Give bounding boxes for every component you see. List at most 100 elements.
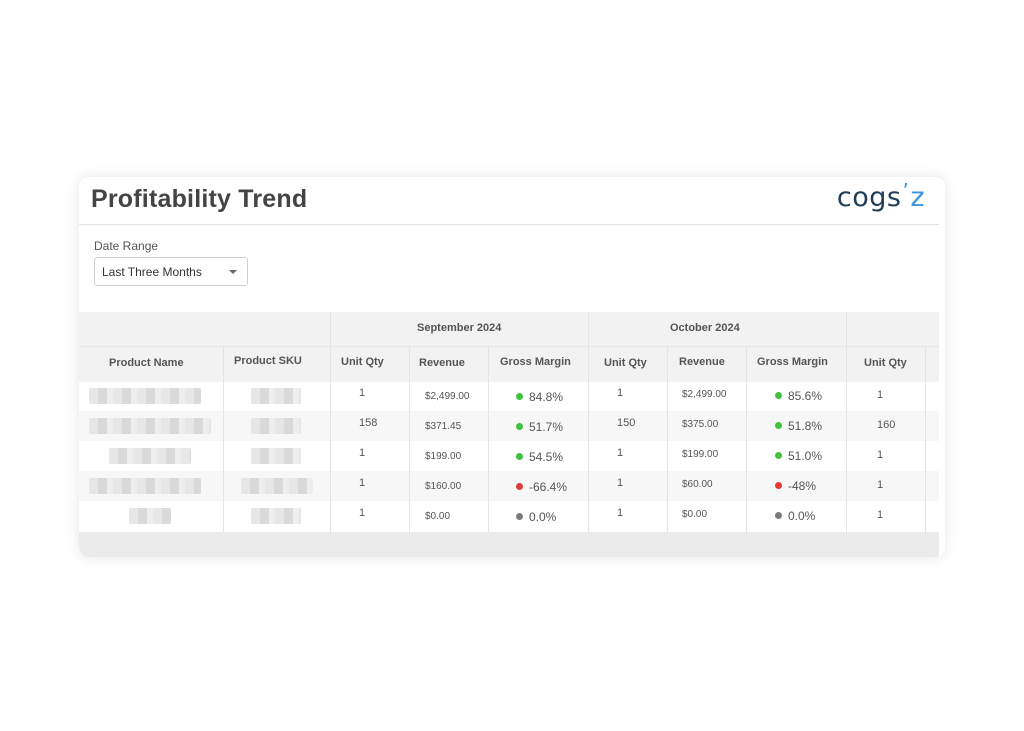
gross-margin-value: -48% [788, 479, 817, 493]
oct-revenue: $0.00 [682, 509, 708, 520]
sep-gross-margin: 0.0% [516, 510, 556, 524]
month-group-header: September 2024 October 2024 [79, 312, 943, 346]
oct-revenue: $375.00 [682, 419, 719, 430]
sep-revenue: $2,499.00 [425, 391, 470, 402]
column-header-row: Product Name Product SKU Unit Qty Revenu… [79, 346, 943, 382]
gross-margin-value: 51.0% [788, 449, 823, 463]
table-row[interactable]: 1 $160.00 -66.4% 1 $60.00 -48% 1 [79, 471, 943, 501]
redacted-product-sku [251, 508, 301, 524]
oct-gross-margin: 0.0% [775, 509, 815, 523]
status-dot-icon [516, 453, 523, 461]
status-dot-icon [775, 512, 782, 520]
redacted-product-sku [241, 478, 313, 494]
page-title: Profitability Trend [91, 185, 308, 213]
profitability-table: September 2024 October 2024 Product Name… [79, 312, 943, 557]
col-sep-revenue[interactable]: Revenue [419, 357, 465, 369]
profitability-card: Profitability Trend cogs’z Date Range La… [79, 177, 945, 557]
chevron-down-icon [229, 270, 237, 274]
col-sep-unit-qty[interactable]: Unit Qty [341, 356, 384, 368]
gross-margin-value: -66.4% [529, 480, 568, 494]
oct-unit-qty: 1 [617, 387, 624, 399]
divider [330, 312, 331, 532]
table-row[interactable]: 1 $199.00 54.5% 1 $199.00 51.0% 1 [79, 441, 943, 471]
redacted-product-sku [251, 448, 301, 464]
gross-margin-value: 51.7% [529, 420, 564, 434]
sep-unit-qty: 158 [359, 417, 378, 429]
table-row[interactable]: 158 $371.45 51.7% 150 $375.00 51.8% 160 [79, 411, 943, 441]
gross-margin-value: 0.0% [529, 510, 557, 524]
oct-revenue: $60.00 [682, 479, 713, 490]
oct-revenue: $2,499.00 [682, 389, 727, 400]
nov-unit-qty: 1 [877, 389, 884, 401]
month-header-october: October 2024 [670, 322, 740, 334]
sep-unit-qty: 1 [359, 447, 366, 459]
col-sep-gross-margin[interactable]: Gross Margin [500, 356, 571, 368]
redacted-product-sku [251, 388, 301, 404]
nov-unit-qty: 1 [877, 509, 884, 521]
redacted-product-name [109, 448, 191, 464]
status-dot-icon [775, 452, 782, 460]
oct-unit-qty: 1 [617, 447, 624, 459]
gross-margin-value: 85.6% [788, 389, 823, 403]
gross-margin-value: 51.8% [788, 419, 823, 433]
status-dot-icon [516, 513, 523, 521]
oct-gross-margin: -48% [775, 479, 816, 493]
divider [588, 312, 589, 532]
divider [667, 346, 668, 532]
status-dot-icon [775, 482, 782, 490]
status-dot-icon [516, 423, 523, 431]
sep-gross-margin: 54.5% [516, 450, 563, 464]
table-row[interactable]: 1 $2,499.00 84.8% 1 $2,499.00 85.6% 1 [79, 381, 943, 411]
logo-text-part2: z [910, 182, 925, 213]
right-fade [939, 177, 945, 557]
oct-gross-margin: 51.0% [775, 449, 822, 463]
nov-unit-qty: 160 [877, 419, 896, 431]
col-product-name[interactable]: Product Name [109, 357, 184, 369]
horizontal-scrollbar[interactable] [79, 532, 943, 557]
redacted-product-name [89, 478, 201, 494]
logo-tick: ’ [902, 179, 910, 203]
divider [409, 346, 410, 532]
date-range-label: Date Range [94, 239, 159, 253]
status-dot-icon [775, 392, 782, 400]
gross-margin-value: 84.8% [529, 390, 564, 404]
status-dot-icon [775, 422, 782, 430]
sep-gross-margin: 84.8% [516, 390, 563, 404]
redacted-product-sku [251, 418, 301, 434]
sep-gross-margin: -66.4% [516, 480, 567, 494]
sep-revenue: $199.00 [425, 451, 462, 462]
redacted-product-name [89, 418, 211, 434]
date-range-select[interactable]: Last Three Months [94, 257, 248, 286]
divider [925, 346, 926, 532]
status-dot-icon [516, 393, 523, 401]
oct-gross-margin: 51.8% [775, 419, 822, 433]
cogsz-logo: cogs’z [836, 179, 925, 213]
col-oct-gross-margin[interactable]: Gross Margin [757, 356, 828, 368]
oct-gross-margin: 85.6% [775, 389, 822, 403]
divider [846, 312, 847, 532]
sep-revenue: $371.45 [425, 421, 462, 432]
nov-unit-qty: 1 [877, 479, 884, 491]
month-header-september: September 2024 [417, 322, 502, 334]
divider [488, 346, 489, 532]
table-row[interactable]: 1 $0.00 0.0% 1 $0.00 0.0% 1 [79, 501, 943, 531]
sep-unit-qty: 1 [359, 387, 366, 399]
oct-revenue: $199.00 [682, 449, 719, 460]
sep-unit-qty: 1 [359, 507, 366, 519]
sep-revenue: $0.00 [425, 511, 451, 522]
status-dot-icon [516, 483, 523, 491]
sep-revenue: $160.00 [425, 481, 462, 492]
col-oct-unit-qty[interactable]: Unit Qty [604, 357, 647, 369]
nov-unit-qty: 1 [877, 449, 884, 461]
sep-gross-margin: 51.7% [516, 420, 563, 434]
col-nov-unit-qty[interactable]: Unit Qty [864, 357, 907, 369]
gross-margin-value: 0.0% [788, 509, 816, 523]
oct-unit-qty: 1 [617, 477, 624, 489]
col-product-sku[interactable]: Product SKU [234, 355, 302, 367]
date-range-value: Last Three Months [102, 265, 202, 279]
redacted-product-name [89, 388, 201, 404]
oct-unit-qty: 150 [617, 417, 636, 429]
col-oct-revenue[interactable]: Revenue [679, 356, 725, 368]
card-header: Profitability Trend cogs’z [79, 177, 945, 225]
logo-text-part1: cogs [836, 182, 902, 213]
